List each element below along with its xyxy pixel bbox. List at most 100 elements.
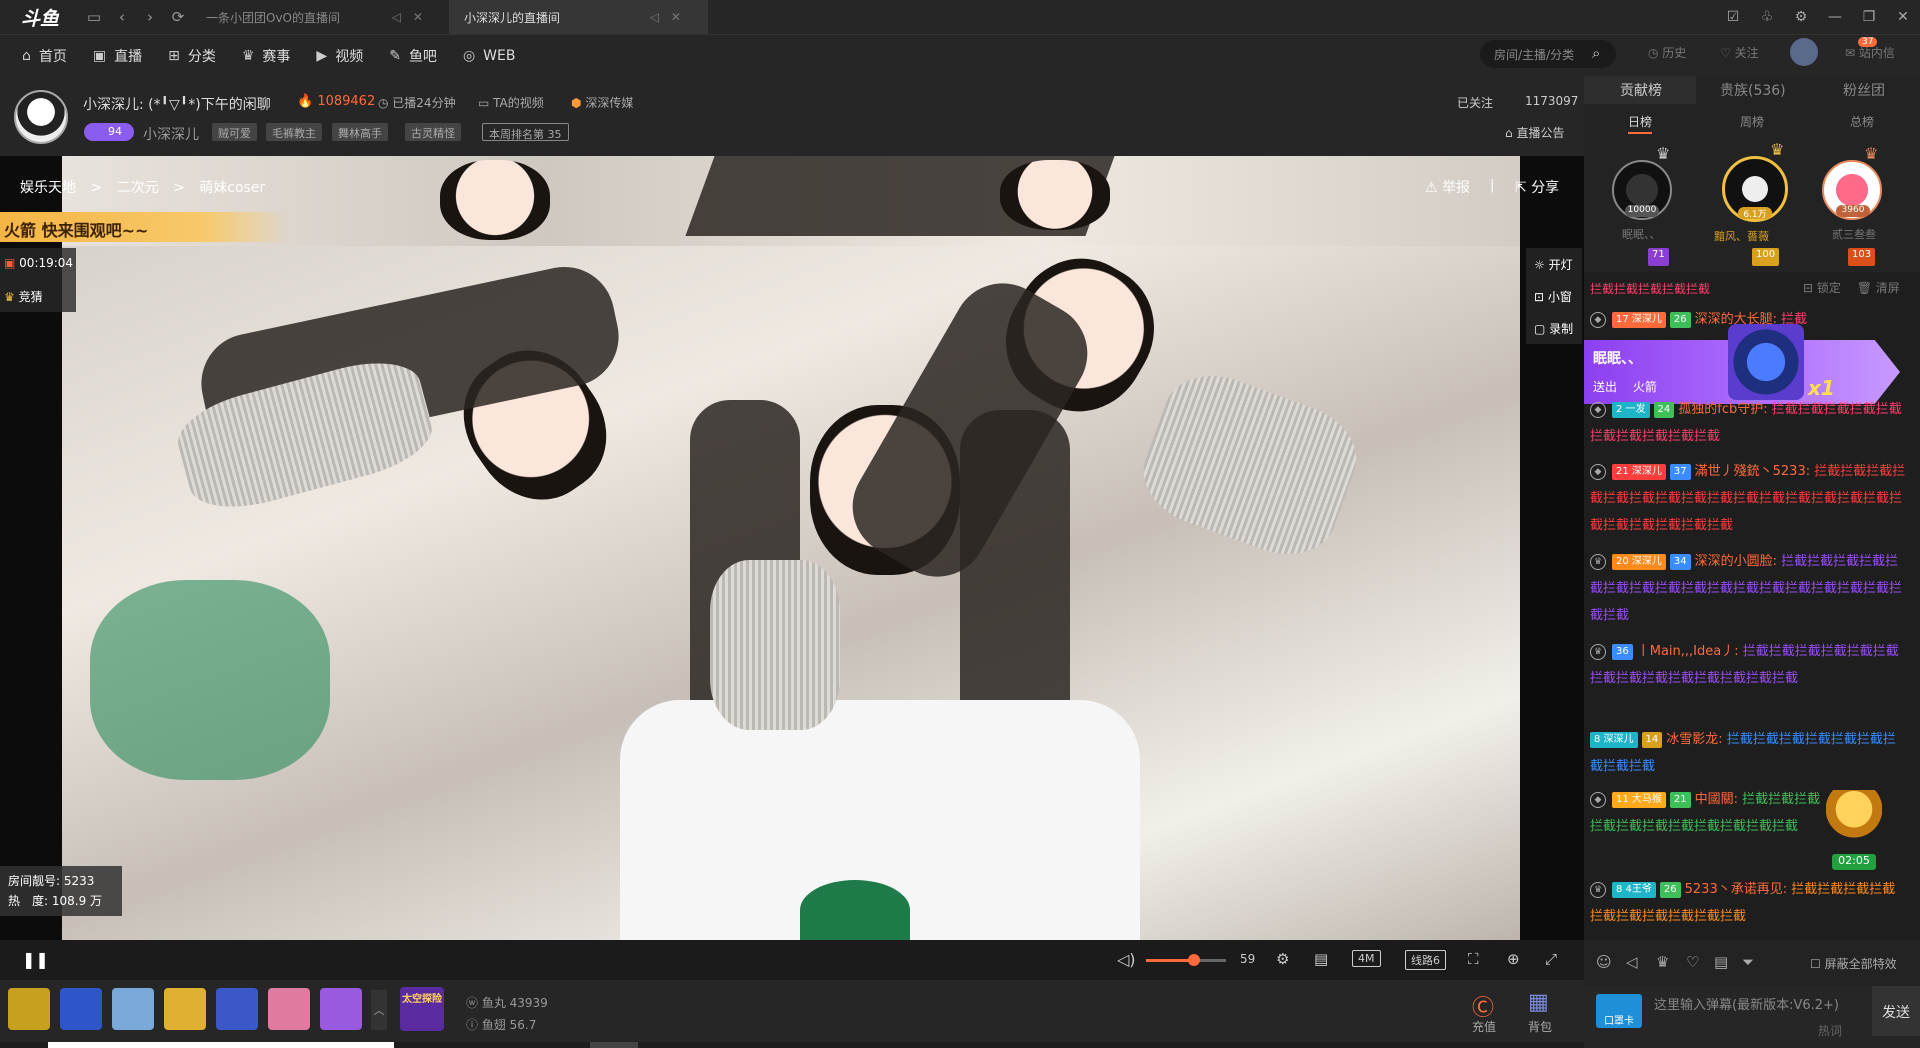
gift-3[interactable] bbox=[112, 988, 154, 1030]
line-button[interactable]: 线路6 bbox=[1405, 950, 1446, 970]
follow-button[interactable]: 已关注 bbox=[1457, 94, 1493, 111]
nav-category[interactable]: ⊞ 分类 bbox=[168, 46, 216, 66]
guess-button[interactable]: ♛ 竞猜 bbox=[4, 288, 43, 305]
tab-contribution[interactable]: 贡献榜 bbox=[1620, 80, 1662, 100]
rank-name[interactable]: 眠眠、、 bbox=[1622, 226, 1661, 242]
heart-icon[interactable]: ♡ bbox=[1686, 953, 1699, 971]
tab-mute-close-icon[interactable]: ◁✕ bbox=[650, 10, 693, 24]
backpack-icon[interactable]: ▦ bbox=[1528, 990, 1549, 1015]
backpack-label[interactable]: 背包 bbox=[1528, 1018, 1552, 1035]
douyu-logo[interactable]: 斗鱼 bbox=[0, 0, 80, 34]
emoji-icon[interactable]: ☺ bbox=[1596, 953, 1612, 971]
room-header bbox=[0, 76, 1584, 156]
nav-fishbar[interactable]: ✎ 鱼吧 bbox=[389, 46, 437, 66]
tab-room-1[interactable]: 一条小团团OvO的直播间 ◁✕ bbox=[192, 0, 450, 34]
gift-2[interactable] bbox=[60, 988, 102, 1030]
chat-message: 8 深深儿 14 冰雪影龙: 拦截拦截拦截拦截拦截拦截拦截拦截拦截 bbox=[1590, 731, 1896, 774]
maximize-button[interactable]: ❐ bbox=[1852, 9, 1886, 25]
settings-icon[interactable]: ⚙ bbox=[1276, 950, 1289, 968]
rank-score: 6.1万 bbox=[1738, 207, 1772, 220]
settings-icon[interactable]: ⚙ bbox=[1784, 9, 1818, 25]
mini-window-button[interactable]: ⊡ 小窗 bbox=[1534, 288, 1572, 305]
skin-icon[interactable]: ♧ bbox=[1750, 9, 1784, 25]
nav-home[interactable]: ⌂ 首页 bbox=[22, 46, 67, 66]
refresh-icon[interactable]: ⟳ bbox=[164, 0, 192, 34]
weekly-rank-tag[interactable]: 本周排名第 35 bbox=[482, 123, 569, 141]
crown-icon[interactable]: ♛ bbox=[1656, 953, 1669, 971]
crumb-item[interactable]: 二次元 bbox=[117, 180, 159, 196]
record-button[interactable]: ▢ 录制 bbox=[1534, 320, 1573, 337]
back-icon[interactable]: ‹ bbox=[108, 0, 136, 34]
nav-web[interactable]: ◎ WEB bbox=[463, 48, 516, 64]
gift-expand-button[interactable]: ︿ bbox=[371, 990, 387, 1030]
crumb-item[interactable]: 娱乐天地 bbox=[20, 180, 76, 196]
room-tag[interactable]: 舞林高手 bbox=[332, 123, 388, 141]
forward-icon[interactable]: › bbox=[136, 0, 164, 34]
gift-6[interactable] bbox=[268, 988, 310, 1030]
pause-button[interactable]: ❚❚ bbox=[22, 950, 49, 969]
volume-icon[interactable]: ◁) bbox=[1117, 950, 1136, 969]
gift-5[interactable] bbox=[216, 988, 258, 1030]
window-controls: ☑ ♧ ⚙ — ❐ ✕ bbox=[1716, 9, 1920, 25]
streamer-avatar[interactable] bbox=[14, 90, 68, 144]
gift-7[interactable] bbox=[320, 988, 362, 1030]
nav-match[interactable]: ♛ 赛事 bbox=[242, 46, 291, 66]
room-tag[interactable]: 古灵精怪 bbox=[405, 123, 461, 141]
search-icon[interactable]: ⌕ bbox=[1592, 44, 1600, 62]
noble-icon: ◆ bbox=[1590, 791, 1606, 808]
period-total[interactable]: 总榜 bbox=[1850, 113, 1874, 130]
gift-1[interactable] bbox=[8, 988, 50, 1030]
send-button[interactable]: 发送 bbox=[1872, 986, 1920, 1036]
period-weekly[interactable]: 周榜 bbox=[1740, 113, 1764, 130]
tab-room-2[interactable]: 小深深儿的直播间 ◁✕ bbox=[450, 0, 708, 34]
room-tag[interactable]: 贼可爱 bbox=[212, 123, 257, 141]
level-badge: 26 bbox=[1669, 311, 1691, 328]
user-avatar[interactable] bbox=[1790, 38, 1818, 66]
treasure-timer[interactable]: ▣ 00:19:04 bbox=[4, 256, 73, 270]
share-button[interactable]: ⇱ 分享 bbox=[1515, 177, 1559, 197]
history-link[interactable]: ◷ 历史 bbox=[1648, 44, 1686, 61]
chat-message: 拦截拦截拦截拦截拦截 bbox=[1590, 282, 1711, 296]
widescreen-icon[interactable]: ⛶ bbox=[1468, 950, 1479, 968]
hot-word-button[interactable]: 热词 bbox=[1818, 1022, 1842, 1039]
tab-nobility[interactable]: 贵族(536) bbox=[1720, 80, 1786, 100]
gift-4[interactable] bbox=[164, 988, 206, 1030]
minimize-button[interactable]: — bbox=[1818, 9, 1852, 25]
shield-effects-toggle[interactable]: ☐ 屏蔽全部特效 bbox=[1810, 955, 1897, 972]
ta-video-link[interactable]: ▭ TA的视频 bbox=[478, 94, 544, 111]
megaphone-icon[interactable]: ◁ bbox=[1626, 953, 1638, 971]
space-adventure-gift[interactable]: 太空探险 bbox=[400, 987, 444, 1031]
tab-mute-close-icon[interactable]: ◁✕ bbox=[392, 10, 435, 24]
recharge-label[interactable]: 充值 bbox=[1472, 1018, 1496, 1035]
crumb-item[interactable]: 萌妹coser bbox=[199, 180, 265, 196]
video-face-top-left bbox=[440, 160, 550, 240]
mask-card-button[interactable]: 口罩卡 bbox=[1596, 994, 1642, 1028]
guild-link[interactable]: ⬢ 深深传媒 bbox=[571, 94, 633, 111]
card-icon[interactable]: ▤ bbox=[1714, 953, 1728, 971]
room-tag[interactable]: 毛裤教主 bbox=[266, 123, 322, 141]
follow-link[interactable]: ♡ 关注 bbox=[1720, 44, 1759, 61]
treasure-chest-icon[interactable] bbox=[1826, 790, 1882, 838]
filter-icon[interactable]: ⏷ bbox=[1742, 953, 1754, 971]
tab-fans[interactable]: 粉丝团 bbox=[1843, 80, 1885, 100]
danmaku-settings-icon[interactable]: ▤ bbox=[1314, 950, 1328, 968]
fullscreen-icon[interactable]: ⤢ bbox=[1545, 950, 1557, 968]
rank-name[interactable]: 黯风、薔薇 bbox=[1714, 228, 1769, 244]
volume-knob[interactable] bbox=[1188, 954, 1200, 966]
rank-name[interactable]: 贰三叁叁 bbox=[1832, 226, 1876, 242]
fan-badge: 11 大马猴 bbox=[1612, 791, 1666, 808]
tab-label: 一条小团团OvO的直播间 bbox=[206, 10, 340, 25]
period-daily[interactable]: 日榜 bbox=[1628, 113, 1653, 134]
nav-live[interactable]: ▣ 直播 bbox=[93, 46, 142, 66]
light-button[interactable]: ☼ 开灯 bbox=[1534, 256, 1573, 273]
chat-user: 滿世丿殘銃丶5233: bbox=[1694, 464, 1811, 479]
video-icon[interactable]: ▭ bbox=[80, 0, 108, 34]
streamer-name[interactable]: 小深深儿 bbox=[143, 124, 199, 144]
report-button[interactable]: ⚠ 举报 bbox=[1425, 177, 1470, 197]
announcement-link[interactable]: ⌂ 直播公告 bbox=[1505, 124, 1564, 141]
checkin-icon[interactable]: ☑ bbox=[1716, 9, 1750, 25]
nav-video[interactable]: ▶ 视频 bbox=[316, 46, 363, 66]
close-button[interactable]: ✕ bbox=[1886, 9, 1920, 25]
webfullscreen-icon[interactable]: ⊕ bbox=[1507, 950, 1520, 968]
quality-button[interactable]: 4M bbox=[1352, 950, 1381, 967]
